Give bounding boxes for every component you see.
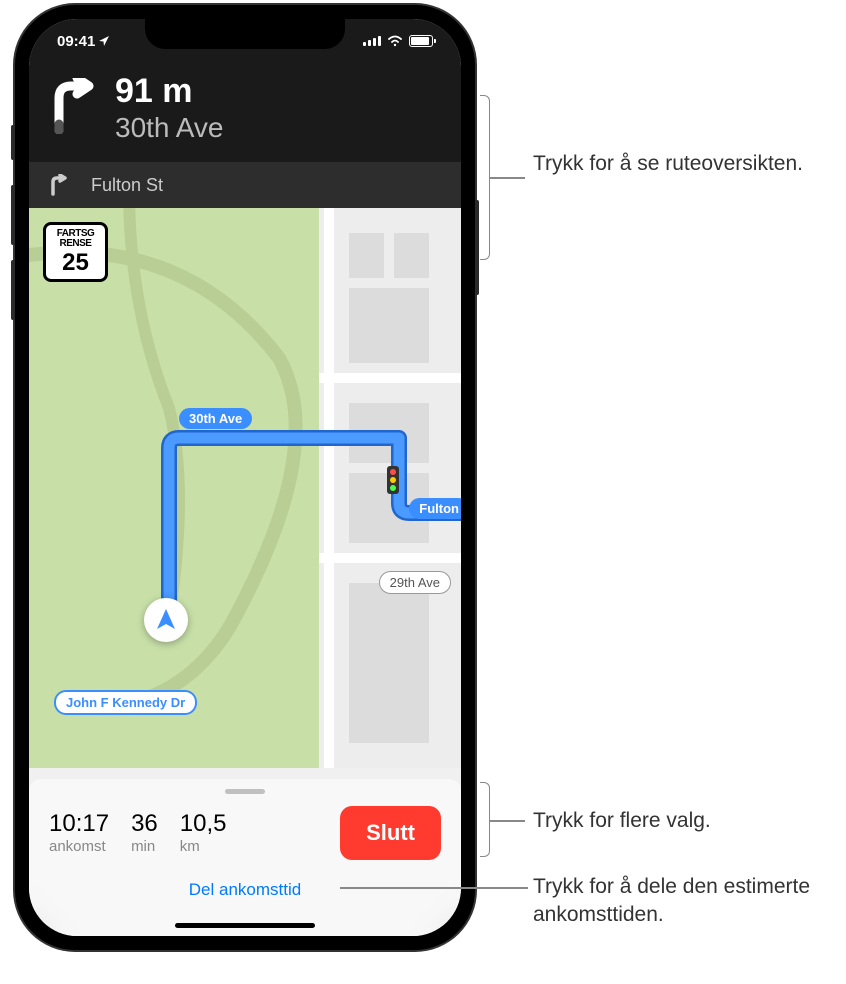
panel-grabber[interactable]: [225, 789, 265, 794]
cellular-signal-icon: [363, 36, 381, 46]
callout-line-2: [490, 820, 525, 822]
distance-label: km: [180, 838, 227, 855]
speed-limit-sign: FARTSG RENSE 25: [43, 222, 108, 282]
callout-line-3: [340, 887, 528, 889]
turn-right-small-icon: [49, 174, 69, 196]
callout-more-options: Trykk for flere valg.: [533, 807, 711, 835]
end-button[interactable]: Slutt: [340, 806, 441, 860]
duration-label: min: [131, 838, 158, 855]
arrival-time: 10:17: [49, 812, 109, 836]
volume-up-button: [11, 185, 15, 245]
mute-switch: [11, 125, 15, 160]
wifi-icon: [387, 35, 403, 47]
power-button: [475, 200, 479, 295]
duration-value: 36: [131, 812, 158, 836]
phone-frame: 09:41: [15, 5, 475, 950]
battery-icon: [409, 35, 433, 47]
user-location-marker: [144, 598, 188, 642]
callout-bracket-1: [480, 95, 490, 260]
callout-route-overview: Trykk for å se ruteoversikten.: [533, 150, 803, 178]
map-label-29th-ave: 29th Ave: [379, 571, 451, 594]
share-eta-button[interactable]: Del ankomsttid: [49, 874, 441, 906]
direction-street: 30th Ave: [115, 112, 441, 144]
arrival-stat: 10:17 ankomst: [49, 812, 109, 855]
home-indicator[interactable]: [175, 923, 315, 928]
map-label-30th-ave: 30th Ave: [179, 408, 252, 429]
traffic-light-icon: [387, 466, 399, 494]
speed-limit-label-2: RENSE: [50, 239, 101, 249]
distance-stat: 10,5 km: [180, 812, 227, 855]
map-view[interactable]: FARTSG RENSE 25 30th Ave Fulton 29th Ave…: [29, 208, 461, 768]
location-services-icon: [98, 35, 110, 47]
duration-stat: 36 min: [131, 812, 158, 855]
direction-distance: 91 m: [115, 74, 441, 108]
map-label-jfk: John F Kennedy Dr: [54, 690, 197, 715]
callout-bracket-2: [480, 782, 490, 857]
speed-limit-value: 25: [50, 251, 101, 275]
turn-right-icon: [49, 78, 97, 134]
bottom-panel[interactable]: 10:17 ankomst 36 min 10,5 km Slutt Del a…: [29, 779, 461, 936]
next-direction-street: Fulton St: [91, 175, 163, 196]
notch: [145, 19, 345, 49]
next-direction-banner[interactable]: Fulton St: [29, 162, 461, 208]
callout-share-eta: Trykk for å dele den estimerte ankomstti…: [533, 873, 846, 930]
map-label-fulton: Fulton: [409, 498, 461, 519]
arrival-label: ankomst: [49, 838, 109, 855]
callout-line-1: [490, 177, 525, 179]
distance-value: 10,5: [180, 812, 227, 836]
volume-down-button: [11, 260, 15, 320]
status-time: 09:41: [57, 33, 95, 50]
screen: 09:41: [29, 19, 461, 936]
